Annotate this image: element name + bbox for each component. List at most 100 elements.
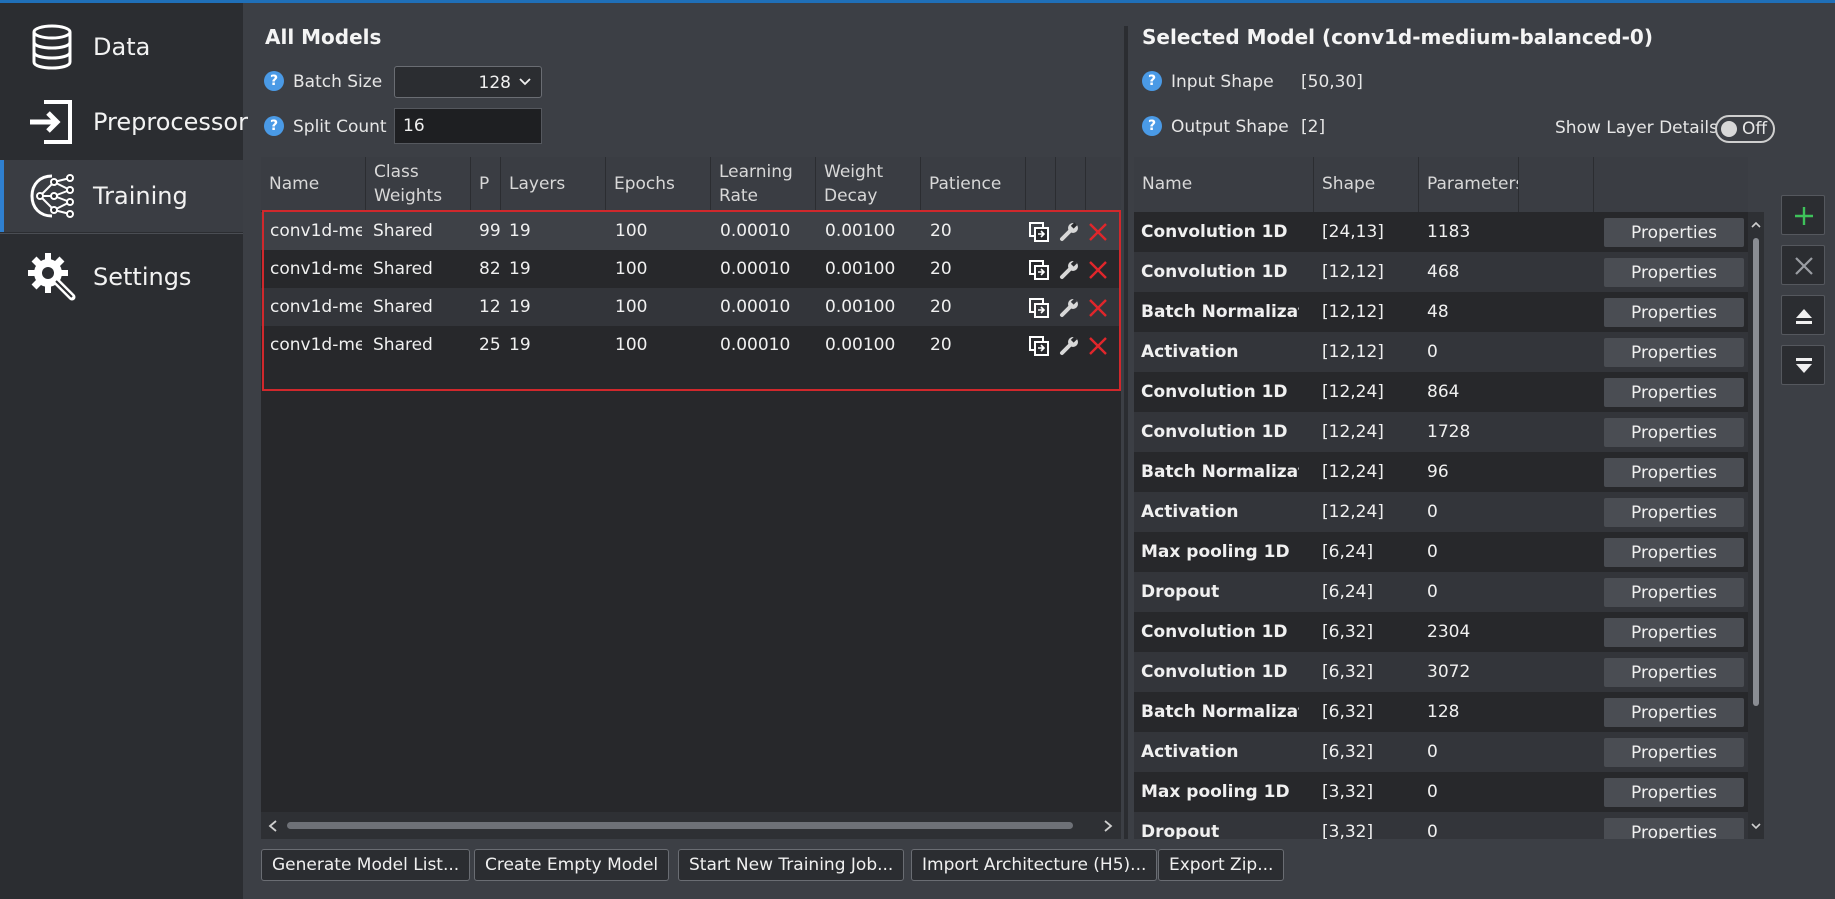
list-item[interactable]: Activation [12,24] 0 Properties <box>1134 492 1748 532</box>
column-header-layers[interactable]: Layers <box>501 157 606 211</box>
column-header-class-weights[interactable]: Class Weights <box>366 157 471 211</box>
batch-size-help-icon[interactable]: ? <box>264 71 284 91</box>
column-header-name[interactable]: Name <box>261 157 366 211</box>
scroll-right-icon[interactable] <box>1103 820 1113 832</box>
list-item[interactable]: Convolution 1D [6,32] 3072 Properties <box>1134 652 1748 692</box>
scroll-left-icon[interactable] <box>268 820 278 832</box>
list-item[interactable]: Dropout [6,24] 0 Properties <box>1134 572 1748 612</box>
input-shape-help-icon[interactable]: ? <box>1142 71 1162 91</box>
column-header-learning-rate[interactable]: Learning Rate <box>711 157 816 211</box>
remove-layer-button[interactable] <box>1781 245 1825 285</box>
properties-button[interactable]: Properties <box>1604 258 1744 287</box>
move-layer-up-button[interactable] <box>1781 295 1825 335</box>
properties-button[interactable]: Properties <box>1604 738 1744 767</box>
list-item[interactable]: Activation [6,32] 0 Properties <box>1134 732 1748 772</box>
scrollbar-thumb[interactable] <box>1753 238 1759 706</box>
list-item[interactable]: Max pooling 1D [6,24] 0 Properties <box>1134 532 1748 572</box>
sidebar-item-training[interactable]: Training <box>0 160 243 232</box>
output-shape-help-icon[interactable]: ? <box>1142 116 1162 136</box>
properties-button[interactable]: Properties <box>1604 498 1744 527</box>
duplicate-icon[interactable] <box>1028 259 1050 281</box>
table-row[interactable]: conv1d-medium-balanced-2 Shared 12 19 10… <box>261 288 1121 326</box>
properties-button[interactable]: Properties <box>1604 578 1744 607</box>
properties-button[interactable]: Properties <box>1604 818 1744 839</box>
properties-button[interactable]: Properties <box>1604 698 1744 727</box>
properties-button[interactable]: Properties <box>1604 418 1744 447</box>
wrench-icon[interactable] <box>1058 259 1080 281</box>
table-row[interactable]: conv1d-medium-balanced-1 Shared 82 19 10… <box>261 250 1121 288</box>
properties-button[interactable]: Properties <box>1604 298 1744 327</box>
layer-shape: [6,24] <box>1322 582 1374 602</box>
sidebar-item-settings[interactable]: Settings <box>0 241 243 313</box>
delete-x-icon[interactable] <box>1087 221 1109 243</box>
sidebar-item-preprocessor[interactable]: Preprocessor <box>0 86 248 158</box>
properties-button[interactable]: Properties <box>1604 538 1744 567</box>
panel-splitter[interactable] <box>1124 26 1128 839</box>
list-item[interactable]: Convolution 1D [12,24] 1728 Properties <box>1134 412 1748 452</box>
layer-name: Activation <box>1141 742 1239 762</box>
column-header-shape[interactable]: Shape <box>1314 157 1419 212</box>
list-item[interactable]: Batch Normalization [12,12] 48 Propertie… <box>1134 292 1748 332</box>
sidebar-item-data[interactable]: Data <box>0 11 243 83</box>
layer-name: Dropout <box>1141 822 1220 839</box>
class-weights-cell: Shared <box>373 221 433 241</box>
column-header-weight-decay[interactable]: Weight Decay <box>816 157 921 211</box>
list-item[interactable]: Convolution 1D [12,24] 864 Properties <box>1134 372 1748 412</box>
duplicate-icon[interactable] <box>1028 297 1050 319</box>
show-layer-details-toggle[interactable]: Off <box>1715 115 1775 143</box>
properties-button[interactable]: Properties <box>1604 338 1744 367</box>
layers-vertical-scrollbar[interactable] <box>1748 212 1764 839</box>
create-empty-model-button[interactable]: Create Empty Model <box>474 849 670 881</box>
properties-button[interactable]: Properties <box>1604 378 1744 407</box>
scrollbar-thumb[interactable] <box>287 822 1073 829</box>
start-training-job-button[interactable]: Start New Training Job... <box>678 849 905 881</box>
layer-params: 0 <box>1427 502 1438 522</box>
database-icon <box>32 24 72 70</box>
batch-size-label: Batch Size <box>293 72 383 92</box>
models-horizontal-scrollbar[interactable] <box>261 812 1121 839</box>
add-layer-button[interactable] <box>1781 195 1825 235</box>
column-header-epochs[interactable]: Epochs <box>606 157 711 211</box>
properties-button[interactable]: Properties <box>1604 658 1744 687</box>
list-item[interactable]: Batch Normalization [6,32] 128 Propertie… <box>1134 692 1748 732</box>
column-header-properties <box>1594 157 1748 212</box>
layers-table: Name Shape Parameters Convolution 1D [24… <box>1134 157 1748 839</box>
split-count-input[interactable] <box>394 108 542 144</box>
import-architecture-button[interactable]: Import Architecture (H5)... <box>911 849 1158 881</box>
duplicate-icon[interactable] <box>1028 335 1050 357</box>
list-item[interactable]: Activation [12,12] 0 Properties <box>1134 332 1748 372</box>
column-header-patience[interactable]: Patience <box>921 157 1026 211</box>
properties-button[interactable]: Properties <box>1604 618 1744 647</box>
list-item[interactable]: Convolution 1D [12,12] 468 Properties <box>1134 252 1748 292</box>
layer-name: Convolution 1D <box>1141 262 1288 282</box>
generate-model-list-button[interactable]: Generate Model List... <box>261 849 471 881</box>
wrench-icon[interactable] <box>1058 221 1080 243</box>
scroll-up-icon[interactable] <box>1751 220 1761 230</box>
delete-x-icon[interactable] <box>1087 297 1109 319</box>
column-header-parameters[interactable]: Parameters <box>1419 157 1519 212</box>
properties-button[interactable]: Properties <box>1604 458 1744 487</box>
list-item[interactable]: Max pooling 1D [3,32] 0 Properties <box>1134 772 1748 812</box>
properties-button[interactable]: Properties <box>1604 778 1744 807</box>
list-item[interactable]: Convolution 1D [24,13] 1183 Properties <box>1134 212 1748 252</box>
batch-size-select[interactable]: 128 <box>394 66 542 98</box>
duplicate-icon[interactable] <box>1028 221 1050 243</box>
properties-button[interactable]: Properties <box>1604 218 1744 247</box>
list-item[interactable]: Batch Normalization [12,24] 96 Propertie… <box>1134 452 1748 492</box>
delete-x-icon[interactable] <box>1087 259 1109 281</box>
scroll-down-icon[interactable] <box>1751 821 1761 831</box>
delete-x-icon[interactable] <box>1087 335 1109 357</box>
table-row[interactable]: conv1d-medium-balanced-3 Shared 25 19 10… <box>261 326 1121 364</box>
layer-params: 3072 <box>1427 662 1471 682</box>
wrench-icon[interactable] <box>1058 335 1080 357</box>
list-item[interactable]: Convolution 1D [6,32] 2304 Properties <box>1134 612 1748 652</box>
list-item[interactable]: Dropout [3,32] 0 Properties <box>1134 812 1748 839</box>
export-zip-button[interactable]: Export Zip... <box>1158 849 1285 881</box>
weight-decay-cell: 0.00100 <box>825 297 896 317</box>
wrench-icon[interactable] <box>1058 297 1080 319</box>
split-count-help-icon[interactable]: ? <box>264 116 284 136</box>
column-header-layer-name[interactable]: Name <box>1134 157 1314 212</box>
column-header-p[interactable]: P <box>471 157 501 211</box>
move-layer-down-button[interactable] <box>1781 345 1825 385</box>
table-row[interactable]: conv1d-medium-balanced-0 Shared 99 19 10… <box>261 212 1121 250</box>
